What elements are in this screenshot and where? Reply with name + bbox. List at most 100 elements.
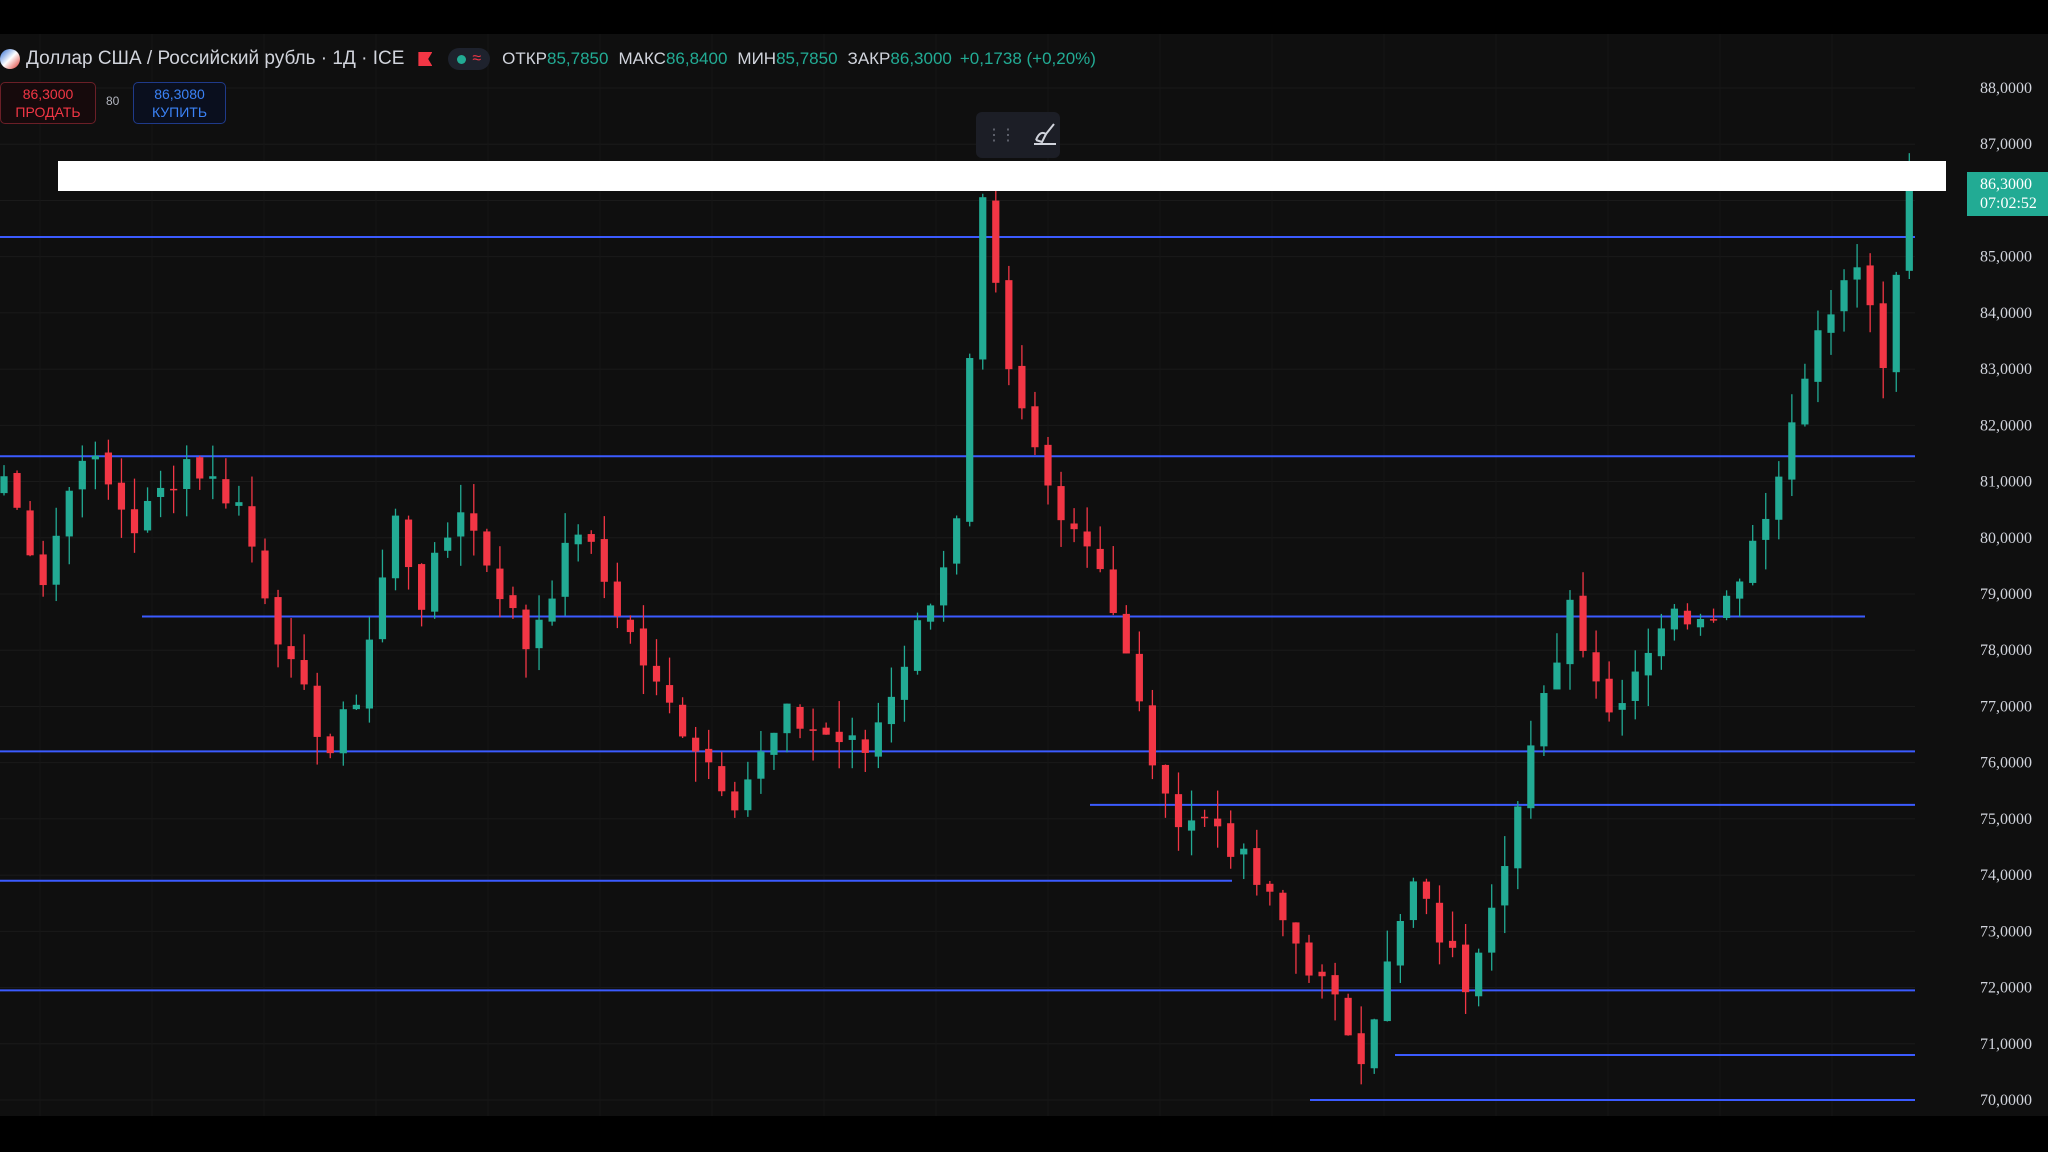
candle-body [183,459,191,490]
candle-body [1174,794,1183,828]
high-label: МАКС [618,49,666,68]
candle-body [1514,806,1522,869]
candle-body [1762,518,1770,540]
candle-body [665,685,674,703]
candle-body [91,455,99,460]
candle-body [1201,816,1209,819]
candle-body [1227,823,1235,857]
candle-body [692,737,700,752]
candle-body [783,703,791,734]
price-tick-label: 82,0000 [1980,417,2032,434]
close-label: ЗАКР [847,49,891,68]
candle-body [861,739,869,753]
candle-body [561,542,569,597]
candle-body [600,539,608,582]
candle-body [457,512,465,537]
price-tick-label: 85,0000 [1980,249,2032,266]
candle-body [1214,818,1222,827]
candle-body [1853,267,1861,280]
candle-body [222,479,230,504]
change-value: +0,1738 (+0,20%) [959,49,1096,68]
buy-button[interactable]: 86,3080 КУПИТЬ [133,82,226,124]
candle-body [966,358,974,522]
candle-body [0,476,8,494]
candle-body [300,660,308,685]
candle-body [352,704,360,710]
red-flag-icon[interactable] [418,52,433,66]
candle-body [1331,975,1339,995]
candle-body [757,751,765,779]
candle-body [248,506,256,547]
candle-body [809,729,817,731]
price-tick-label: 77,0000 [1980,698,2032,715]
candle-body [1462,944,1470,993]
candle-body [1879,303,1887,369]
candle-body [261,550,269,599]
candle-body [1135,653,1143,702]
symbol-header: Доллар США / Российский рубль · 1Д · ICE… [0,44,1096,74]
candle-body [470,513,478,531]
candle-body [444,537,452,551]
candle-body [39,554,47,586]
candle-body [1018,365,1026,409]
usd-rub-flag-icon [0,49,20,69]
candle-body [679,704,687,737]
candle-body [509,595,517,609]
candle-body [940,567,948,606]
price-tick-label: 80,0000 [1980,530,2032,547]
candle-body [104,452,112,485]
candle-body [1318,971,1326,977]
candle-body [418,564,426,610]
last-price-tag: 86,3000 07:02:52 [1967,172,2048,216]
candle-body [731,791,739,811]
candle-body [626,619,634,633]
candle-body [1435,902,1444,943]
market-status[interactable]: ≈ [448,48,491,70]
candle-body [953,518,961,564]
drawing-toolbar[interactable]: ⋮⋮ [976,112,1060,158]
price-tick-label: 74,0000 [1980,867,2032,884]
market-status-dot-icon [457,54,467,64]
candle-body [1448,940,1457,948]
candle-body [1553,662,1561,690]
chart-background [0,34,2048,1116]
wave-icon: ≈ [472,50,482,67]
candle-body [117,482,126,510]
candle-body [1592,652,1600,682]
candle-body [848,735,856,740]
price-tick-label: 83,0000 [1980,361,2032,378]
candle-body [391,515,400,579]
candle-body [535,619,543,649]
candle-body [65,490,73,537]
candle-body [326,736,334,754]
candle-body [1292,922,1300,944]
candle-body [1644,652,1652,676]
drag-handle-icon[interactable]: ⋮⋮ [986,125,1016,145]
sell-button[interactable]: 86,3000 ПРОДАТЬ [0,82,96,124]
candle-body [979,197,987,360]
candle-body [1409,881,1417,921]
price-tick-label: 78,0000 [1980,642,2032,659]
candle-body [1683,610,1692,625]
candle-body [1840,280,1848,312]
candle-body [913,620,922,671]
last-price: 86,3000 [1980,176,2032,193]
candle-body [770,732,778,755]
candle-body [1187,820,1196,831]
open-label: ОТКР [502,49,548,68]
candle-body [1657,628,1665,657]
price-tick-label: 88,0000 [1980,80,2032,97]
candle-body [274,597,282,645]
symbol-title[interactable]: Доллар США / Российский рубль · 1Д · ICE [26,48,404,70]
price-chart[interactable]: 88,000087,000086,000085,000084,000083,00… [0,0,2048,1152]
ohlc-values: ОТКР 85,7850 МАКС 86,8400 МИН 85,7850 ЗА… [502,49,1096,69]
candle-body [1083,531,1091,547]
candle-body [26,510,34,556]
candle-body [1709,619,1718,621]
brush-icon[interactable] [1028,118,1062,153]
candle-body [718,766,726,792]
price-tick-label: 73,0000 [1980,923,2032,940]
candle-body [574,534,582,545]
spread-value: 80 [106,94,120,108]
candle-body [744,779,752,811]
